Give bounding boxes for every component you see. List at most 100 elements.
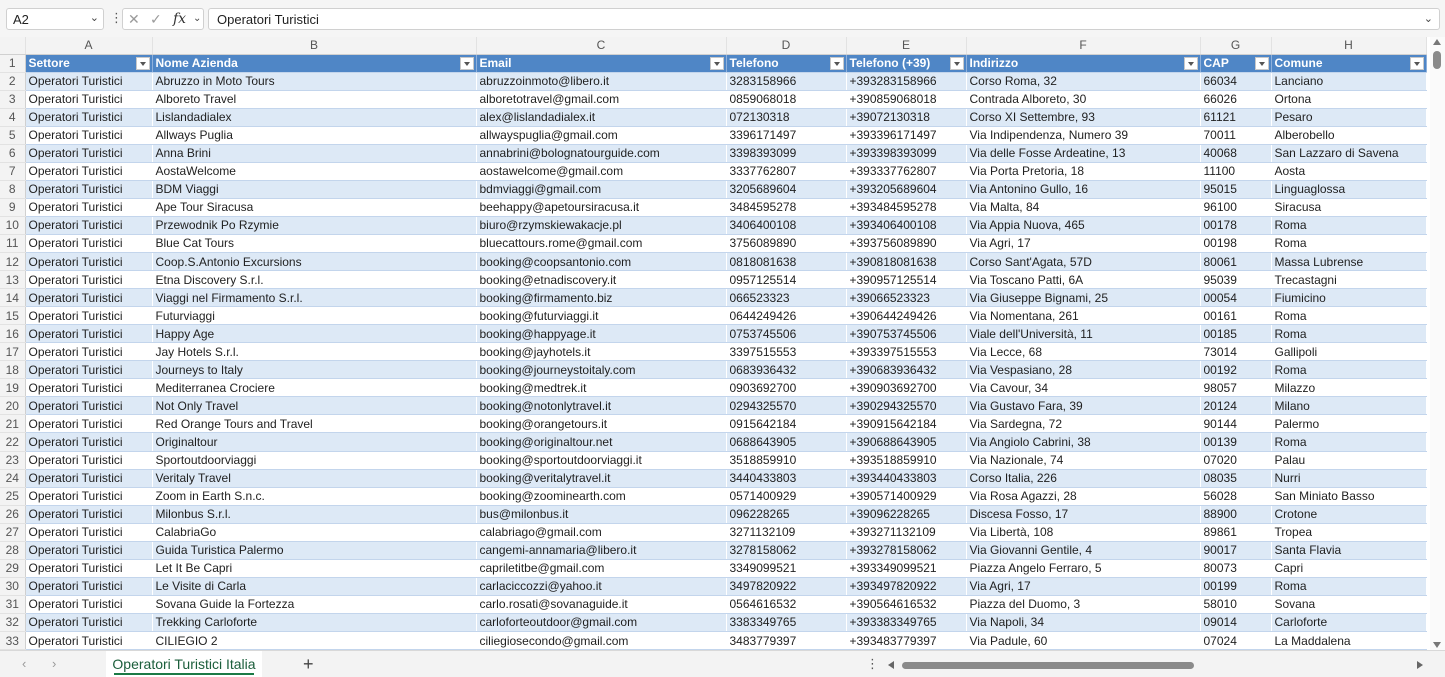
table-cell[interactable]: 40068 bbox=[1200, 144, 1271, 163]
table-cell[interactable]: Viale dell'Università, 11 bbox=[966, 324, 1200, 344]
table-cell[interactable]: booking@zoominearth.com bbox=[476, 487, 726, 506]
scroll-down-icon[interactable] bbox=[1433, 642, 1441, 648]
table-cell[interactable]: carlo.rosati@sovanaguide.it bbox=[476, 595, 726, 614]
row-number[interactable]: 6 bbox=[0, 144, 26, 163]
table-cell[interactable]: Operatori Turistici bbox=[25, 378, 152, 398]
table-cell[interactable]: +390957125514 bbox=[846, 270, 966, 290]
table-cell[interactable]: allwayspuglia@gmail.com bbox=[476, 126, 726, 145]
column-header[interactable]: C bbox=[476, 37, 727, 55]
table-cell[interactable]: 80073 bbox=[1200, 559, 1271, 578]
table-cell[interactable]: Lislandadialex bbox=[152, 108, 476, 127]
table-cell[interactable]: 3497820922 bbox=[726, 577, 846, 596]
row-number[interactable]: 14 bbox=[0, 288, 26, 308]
table-cell[interactable]: Via Sardegna, 72 bbox=[966, 414, 1200, 434]
table-cell[interactable]: Carloforte bbox=[1271, 613, 1426, 633]
row-number[interactable]: 15 bbox=[0, 306, 26, 326]
table-cell[interactable]: Operatori Turistici bbox=[25, 451, 152, 470]
table-cell[interactable]: Sportoutdoorviaggi bbox=[152, 451, 476, 470]
table-cell[interactable]: 072130318 bbox=[726, 108, 846, 127]
table-cell[interactable]: Operatori Turistici bbox=[25, 595, 152, 614]
table-cell[interactable]: Happy Age bbox=[152, 324, 476, 344]
table-cell[interactable]: 66034 bbox=[1200, 72, 1271, 91]
table-cell[interactable]: +393396171497 bbox=[846, 126, 966, 145]
table-cell[interactable]: Mediterranea Crociere bbox=[152, 378, 476, 398]
table-cell[interactable]: Operatori Turistici bbox=[25, 487, 152, 506]
scroll-right-icon[interactable] bbox=[1417, 661, 1423, 669]
more-options-icon[interactable]: ⋮ bbox=[866, 656, 879, 672]
row-number[interactable]: 24 bbox=[0, 469, 26, 488]
table-cell[interactable]: Roma bbox=[1271, 360, 1426, 380]
table-cell[interactable]: Corso Sant'Agata, 57D bbox=[966, 252, 1200, 272]
table-cell[interactable]: abruzzoinmoto@libero.it bbox=[476, 72, 726, 91]
table-cell[interactable]: 0753745506 bbox=[726, 324, 846, 344]
chevron-left-icon[interactable]: ‹ bbox=[22, 656, 26, 671]
table-cell[interactable]: 0294325570 bbox=[726, 396, 846, 416]
table-cell[interactable]: Via Cavour, 34 bbox=[966, 378, 1200, 398]
table-cell[interactable]: +393383349765 bbox=[846, 613, 966, 633]
table-cell[interactable]: Roma bbox=[1271, 324, 1426, 344]
table-cell[interactable]: alex@lislandadialex.it bbox=[476, 108, 726, 127]
table-cell[interactable]: ciliegiosecondo@gmail.com bbox=[476, 631, 726, 650]
table-cell[interactable]: Palau bbox=[1271, 451, 1426, 470]
select-all-corner[interactable] bbox=[0, 37, 26, 55]
table-cell[interactable]: Futurviaggi bbox=[152, 306, 476, 326]
table-cell[interactable]: +390859068018 bbox=[846, 90, 966, 109]
table-cell[interactable]: booking@medtrek.it bbox=[476, 378, 726, 398]
table-cell[interactable]: Via delle Fosse Ardeatine, 13 bbox=[966, 144, 1200, 163]
column-header[interactable]: G bbox=[1200, 37, 1272, 55]
table-cell[interactable]: +393271132109 bbox=[846, 523, 966, 542]
table-cell[interactable]: 0564616532 bbox=[726, 595, 846, 614]
table-cell[interactable]: 00192 bbox=[1200, 360, 1271, 380]
table-cell[interactable]: Operatori Turistici bbox=[25, 72, 152, 91]
table-cell[interactable]: Santa Flavia bbox=[1271, 541, 1426, 560]
filter-dropdown-icon[interactable] bbox=[1183, 56, 1198, 70]
table-cell[interactable]: CILIEGIO 2 bbox=[152, 631, 476, 650]
table-cell[interactable]: 3406400108 bbox=[726, 216, 846, 235]
name-box[interactable]: A2 ⌄ bbox=[6, 8, 104, 30]
table-cell[interactable]: Via Nomentana, 261 bbox=[966, 306, 1200, 326]
table-cell[interactable]: 00199 bbox=[1200, 577, 1271, 596]
table-cell[interactable]: Via Malta, 84 bbox=[966, 198, 1200, 217]
table-cell[interactable]: Gallipoli bbox=[1271, 342, 1426, 362]
table-cell[interactable]: Sovana Guide la Fortezza bbox=[152, 595, 476, 614]
table-cell[interactable]: Via Agri, 17 bbox=[966, 577, 1200, 596]
table-cell[interactable]: +393398393099 bbox=[846, 144, 966, 163]
table-cell[interactable]: Via Padule, 60 bbox=[966, 631, 1200, 650]
more-options-icon[interactable]: ⋮ bbox=[110, 10, 123, 26]
table-header-cell[interactable]: Comune bbox=[1271, 54, 1427, 73]
table-header-cell[interactable]: Telefono (+39) bbox=[846, 54, 967, 73]
table-cell[interactable]: Via Nazionale, 74 bbox=[966, 451, 1200, 470]
table-cell[interactable]: Red Orange Tours and Travel bbox=[152, 414, 476, 434]
table-cell[interactable]: Ortona bbox=[1271, 90, 1426, 109]
table-cell[interactable]: +393283158966 bbox=[846, 72, 966, 91]
table-cell[interactable]: +390571400929 bbox=[846, 487, 966, 506]
table-cell[interactable]: Guida Turistica Palermo bbox=[152, 541, 476, 560]
table-cell[interactable]: aostawelcome@gmail.com bbox=[476, 162, 726, 181]
table-cell[interactable]: 0688643905 bbox=[726, 432, 846, 452]
row-number[interactable]: 27 bbox=[0, 523, 26, 542]
table-cell[interactable]: 3349099521 bbox=[726, 559, 846, 578]
table-cell[interactable]: Via Giovanni Gentile, 4 bbox=[966, 541, 1200, 560]
table-cell[interactable]: Via Napoli, 34 bbox=[966, 613, 1200, 633]
row-number[interactable]: 33 bbox=[0, 631, 26, 650]
table-cell[interactable]: bus@milonbus.it bbox=[476, 505, 726, 524]
row-number[interactable]: 3 bbox=[0, 90, 26, 109]
row-number[interactable]: 9 bbox=[0, 198, 26, 217]
table-cell[interactable]: Operatori Turistici bbox=[25, 559, 152, 578]
table-cell[interactable]: 3440433803 bbox=[726, 469, 846, 488]
table-cell[interactable]: 3271132109 bbox=[726, 523, 846, 542]
table-cell[interactable]: booking@etnadiscovery.it bbox=[476, 270, 726, 290]
table-cell[interactable]: Fiumicino bbox=[1271, 288, 1426, 308]
table-cell[interactable]: 0571400929 bbox=[726, 487, 846, 506]
row-number[interactable]: 16 bbox=[0, 324, 26, 344]
table-cell[interactable]: Operatori Turistici bbox=[25, 126, 152, 145]
table-cell[interactable]: 3396171497 bbox=[726, 126, 846, 145]
table-cell[interactable]: Corso Italia, 226 bbox=[966, 469, 1200, 488]
filter-dropdown-icon[interactable] bbox=[1409, 56, 1424, 70]
table-cell[interactable]: annabrini@bolognatourguide.com bbox=[476, 144, 726, 163]
check-icon[interactable]: ✓ bbox=[150, 11, 162, 28]
table-cell[interactable]: Nurri bbox=[1271, 469, 1426, 488]
expand-formula-bar-icon[interactable]: ⌄ bbox=[1424, 12, 1433, 25]
table-cell[interactable]: Operatori Turistici bbox=[25, 631, 152, 650]
table-cell[interactable]: 80061 bbox=[1200, 252, 1271, 272]
